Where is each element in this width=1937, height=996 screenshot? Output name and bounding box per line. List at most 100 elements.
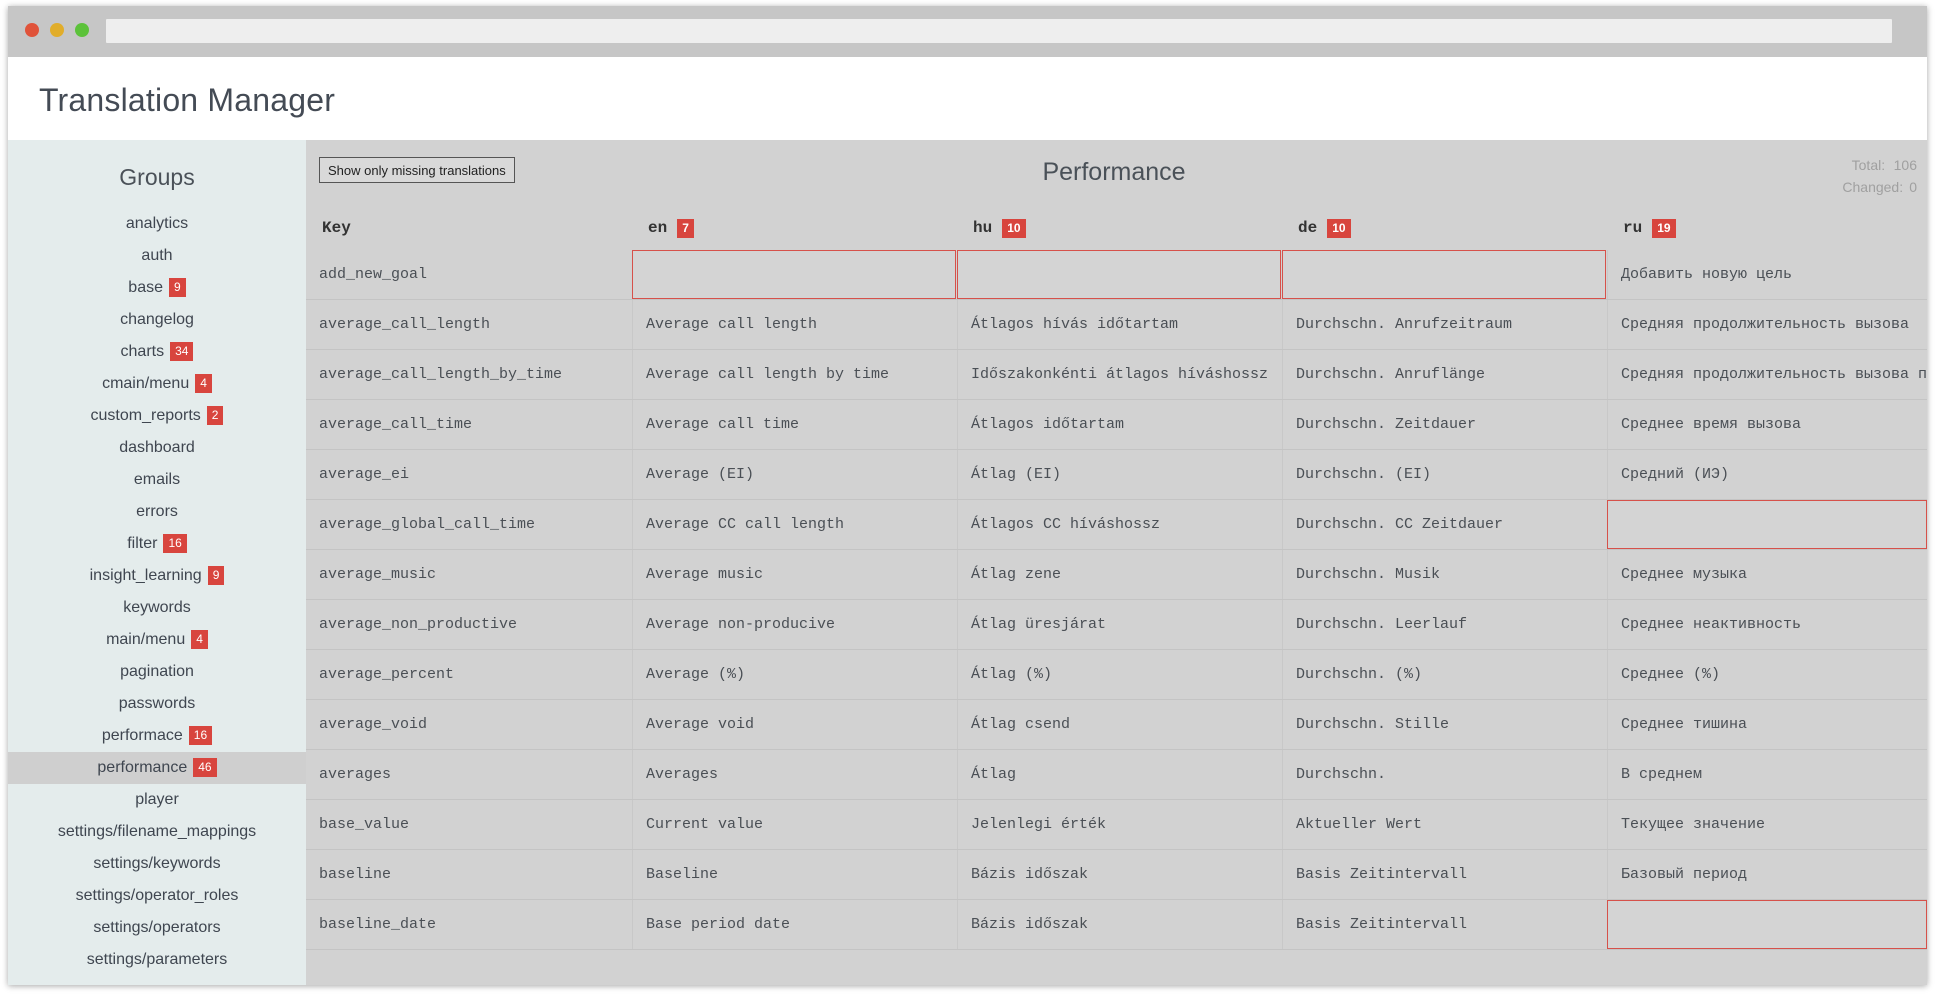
- sidebar-item[interactable]: settings/parameters: [8, 944, 306, 976]
- sidebar-item[interactable]: performace 16: [8, 720, 306, 752]
- translation-cell-en[interactable]: Average call length by time: [632, 350, 956, 399]
- missing-count-badge: 4: [195, 374, 212, 393]
- translation-cell-hu[interactable]: Jelenlegi érték: [957, 800, 1281, 849]
- sidebar-item[interactable]: player: [8, 784, 306, 816]
- table-row: average_music Average music Átlag zene Durc…: [306, 550, 1927, 600]
- translation-cell-hu[interactable]: Időszakonkénti átlagos híváshossz: [957, 350, 1281, 399]
- translation-cell-ru[interactable]: Добавить новую цель: [1607, 250, 1927, 299]
- sidebar-item[interactable]: keywords: [8, 592, 306, 624]
- sidebar-item[interactable]: filter 16: [8, 528, 306, 560]
- sidebar-item[interactable]: base 9: [8, 272, 306, 304]
- translation-key: average_music: [319, 566, 437, 583]
- page-title: Performance: [1042, 158, 1186, 186]
- translation-cell-ru[interactable]: Среднее (%): [1607, 650, 1927, 699]
- close-window-icon[interactable]: [25, 23, 39, 37]
- translation-cell-en[interactable]: Baseline: [632, 850, 956, 899]
- sidebar-item[interactable]: emails: [8, 464, 306, 496]
- sidebar-item-label: insight_learning: [89, 567, 202, 584]
- sidebar-item[interactable]: settings/operators: [8, 912, 306, 944]
- translation-cell-ru[interactable]: Средняя продолжительность вызова по: [1607, 350, 1927, 399]
- translation-cell-ru[interactable]: Текущее значение: [1607, 800, 1927, 849]
- sidebar-item[interactable]: cmain/menu 4: [8, 368, 306, 400]
- sidebar-item[interactable]: pagination: [8, 656, 306, 688]
- translation-cell-de[interactable]: Durchschn. Musik: [1282, 550, 1606, 599]
- translation-cell-en[interactable]: Averages: [632, 750, 956, 799]
- sidebar-item[interactable]: changelog: [8, 304, 306, 336]
- translation-cell-ru[interactable]: Средняя продолжительность вызова: [1607, 300, 1927, 349]
- missing-translation-cell-de[interactable]: [1282, 250, 1606, 299]
- sidebar-item[interactable]: performance 46: [8, 752, 306, 784]
- translation-cell-ru[interactable]: Среднее неактивность: [1607, 600, 1927, 649]
- translation-cell-hu[interactable]: Átlagos időtartam: [957, 400, 1281, 449]
- translation-cell-en[interactable]: Current value: [632, 800, 956, 849]
- translation-cell-en[interactable]: Base period date: [632, 900, 956, 949]
- sidebar-item[interactable]: auth: [8, 240, 306, 272]
- translation-cell-hu[interactable]: Bázis időszak: [957, 850, 1281, 899]
- translation-cell-en[interactable]: Average non-producive: [632, 600, 956, 649]
- translation-cell-ru[interactable]: Базовый период: [1607, 850, 1927, 899]
- translation-cell-en[interactable]: Average void: [632, 700, 956, 749]
- translation-cell-en[interactable]: Average CC call length: [632, 500, 956, 549]
- column-header-label: de: [1298, 219, 1318, 237]
- translation-cell-de[interactable]: Durchschn. Stille: [1282, 700, 1606, 749]
- missing-count-badge: 2: [206, 406, 224, 425]
- translation-cell-de[interactable]: Durchschn. CC Zeitdauer: [1282, 500, 1606, 549]
- missing-translation-cell-ru[interactable]: [1607, 500, 1927, 549]
- sidebar-item[interactable]: settings/keywords: [8, 848, 306, 880]
- sidebar-item[interactable]: settings/operator_roles: [8, 880, 306, 912]
- translation-cell-de[interactable]: Durchschn. Zeitdauer: [1282, 400, 1606, 449]
- translation-cell-ru[interactable]: Средний (ИЭ): [1607, 450, 1927, 499]
- translation-cell-ru[interactable]: Среднее тишина: [1607, 700, 1927, 749]
- translation-cell-hu[interactable]: Átlag (%): [957, 650, 1281, 699]
- sidebar-item[interactable]: settings/filename_mappings: [8, 816, 306, 848]
- translation-cell-de[interactable]: Durchschn. (%): [1282, 650, 1606, 699]
- translation-cell-en[interactable]: Average call time: [632, 400, 956, 449]
- missing-count-badge: 19: [1652, 218, 1676, 238]
- sidebar-item[interactable]: charts 34: [8, 336, 306, 368]
- sidebar-item-label: performace: [101, 727, 183, 744]
- translation-cell-hu[interactable]: Átlagos hívás időtartam: [957, 300, 1281, 349]
- sidebar-item[interactable]: passwords: [8, 688, 306, 720]
- translation-cell-ru[interactable]: Среднее время вызова: [1607, 400, 1927, 449]
- translation-cell-de[interactable]: Durchschn. Leerlauf: [1282, 600, 1606, 649]
- maximize-window-icon[interactable]: [75, 23, 89, 37]
- translation-cell-en[interactable]: Average (EI): [632, 450, 956, 499]
- translation-cell-hu[interactable]: Átlag üresjárat: [957, 600, 1281, 649]
- sidebar-item[interactable]: dashboard: [8, 432, 306, 464]
- translation-cell-en[interactable]: Average music: [632, 550, 956, 599]
- address-bar[interactable]: [106, 19, 1892, 43]
- translation-cell-hu[interactable]: Átlagos CC híváshossz: [957, 500, 1281, 549]
- translation-cell-hu[interactable]: Bázis időszak: [957, 900, 1281, 949]
- translation-cell-de[interactable]: Durchschn. Anruflänge: [1282, 350, 1606, 399]
- translation-cell-de[interactable]: Basis Zeitintervall: [1282, 900, 1606, 949]
- translation-cell-de[interactable]: Durchschn. (EI): [1282, 450, 1606, 499]
- translation-key: average_call_time: [319, 416, 473, 433]
- translation-cell-de[interactable]: Durchschn.: [1282, 750, 1606, 799]
- translation-cell-de[interactable]: Durchschn. Anrufzeitraum: [1282, 300, 1606, 349]
- missing-count-badge: 10: [1327, 218, 1351, 238]
- sidebar-item-label: dashboard: [119, 439, 195, 456]
- sidebar-item[interactable]: insight_learning 9: [8, 560, 306, 592]
- sidebar-item[interactable]: main/menu 4: [8, 624, 306, 656]
- sidebar-item[interactable]: errors: [8, 496, 306, 528]
- translation-cell-de[interactable]: Basis Zeitintervall: [1282, 850, 1606, 899]
- sidebar-item[interactable]: analytics: [8, 208, 306, 240]
- column-header-label: Key: [322, 219, 351, 237]
- table-row: average_void Average void Átlag csend Durch…: [306, 700, 1927, 750]
- missing-translation-cell-en[interactable]: [632, 250, 956, 299]
- translation-cell-hu[interactable]: Átlag (EI): [957, 450, 1281, 499]
- translation-key: base_value: [319, 816, 410, 833]
- translation-cell-en[interactable]: Average call length: [632, 300, 956, 349]
- sidebar-item[interactable]: custom_reports 2: [8, 400, 306, 432]
- translation-cell-ru[interactable]: В среднем: [1607, 750, 1927, 799]
- minimize-window-icon[interactable]: [50, 23, 64, 37]
- missing-translation-cell-ru[interactable]: [1607, 900, 1927, 949]
- column-header: de 10: [1282, 206, 1606, 250]
- translation-cell-hu[interactable]: Átlag csend: [957, 700, 1281, 749]
- translation-cell-hu[interactable]: Átlag zene: [957, 550, 1281, 599]
- translation-cell-en[interactable]: Average (%): [632, 650, 956, 699]
- translation-cell-de[interactable]: Aktueller Wert: [1282, 800, 1606, 849]
- translation-cell-ru[interactable]: Среднее музыка: [1607, 550, 1927, 599]
- missing-translation-cell-hu[interactable]: [957, 250, 1281, 299]
- translation-cell-hu[interactable]: Átlag: [957, 750, 1281, 799]
